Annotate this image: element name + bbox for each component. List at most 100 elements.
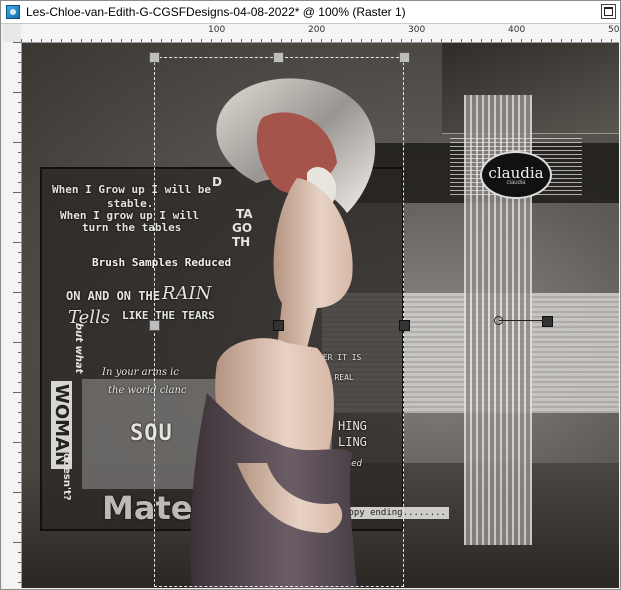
ruler-label-500: 500 xyxy=(608,25,619,35)
ruler-tick xyxy=(91,39,92,42)
horizontal-ruler[interactable]: 100 200 300 400 500 xyxy=(21,24,619,43)
ruler-tick xyxy=(18,62,21,63)
ruler-tick xyxy=(18,312,21,313)
ruler-tick xyxy=(18,272,21,273)
window-title: Les-Chloe-van-Edith-G-CGSFDesigns-04-08-… xyxy=(26,5,406,19)
ruler-tick xyxy=(561,39,562,42)
ruler-tick xyxy=(13,492,21,493)
ruler-tick xyxy=(221,39,222,42)
ruler-tick xyxy=(13,292,21,293)
ruler-tick xyxy=(191,39,192,42)
ruler-tick xyxy=(18,182,21,183)
ruler-tick xyxy=(18,72,21,73)
ruler-tick xyxy=(51,39,52,42)
ruler-tick xyxy=(18,212,21,213)
ruler-tick xyxy=(451,39,452,42)
claudia-logo: claudia claudia xyxy=(480,151,552,199)
ruler-tick xyxy=(13,542,21,543)
ruler-tick xyxy=(341,39,342,42)
ruler-corner xyxy=(3,24,22,43)
ruler-tick xyxy=(18,52,21,53)
ruler-tick xyxy=(491,39,492,42)
vertical-ruler[interactable] xyxy=(3,42,22,588)
ruler-tick xyxy=(13,142,21,143)
ruler-tick xyxy=(31,39,32,42)
ruler-tick xyxy=(601,39,602,42)
ruler-tick xyxy=(201,39,202,42)
ruler-tick xyxy=(611,39,612,42)
ruler-tick xyxy=(251,39,252,42)
ruler-tick xyxy=(111,39,112,42)
ruler-tick xyxy=(18,422,21,423)
rotation-center-icon[interactable] xyxy=(494,316,503,325)
ruler-tick xyxy=(161,39,162,42)
ruler-tick xyxy=(18,382,21,383)
ruler-tick xyxy=(121,39,122,42)
word-art-doesnt: doesn't? xyxy=(61,453,72,501)
ruler-tick xyxy=(18,512,21,513)
ruler-tick xyxy=(141,39,142,42)
transform-handle-middle-right[interactable] xyxy=(399,320,410,331)
ruler-tick xyxy=(521,39,522,42)
ruler-tick xyxy=(13,342,21,343)
ruler-tick xyxy=(431,39,432,42)
ruler-tick xyxy=(18,262,21,263)
ruler-tick xyxy=(531,39,532,42)
ruler-tick xyxy=(18,582,21,583)
ruler-tick xyxy=(421,39,422,42)
ruler-tick xyxy=(371,39,372,42)
ruler-tick xyxy=(18,152,21,153)
ruler-tick xyxy=(18,462,21,463)
ruler-tick xyxy=(151,39,152,42)
ruler-tick xyxy=(13,42,21,43)
ruler-label-400: 400 xyxy=(508,25,526,35)
ruler-label-300: 300 xyxy=(408,25,426,35)
ruler-tick xyxy=(481,39,482,42)
ruler-tick xyxy=(321,39,322,42)
ruler-tick xyxy=(511,39,512,42)
ruler-tick xyxy=(18,232,21,233)
maximize-button[interactable] xyxy=(601,4,616,19)
ruler-tick xyxy=(18,282,21,283)
ruler-tick xyxy=(18,562,21,563)
ruler-tick xyxy=(101,39,102,42)
ruler-tick xyxy=(18,202,21,203)
ruler-tick xyxy=(18,362,21,363)
ruler-tick xyxy=(18,482,21,483)
ruler-tick xyxy=(551,39,552,42)
ruler-tick xyxy=(18,372,21,373)
ruler-tick xyxy=(411,39,412,42)
ruler-tick xyxy=(501,39,502,42)
ruler-tick xyxy=(18,172,21,173)
transform-handle-top-right[interactable] xyxy=(399,52,410,63)
rotation-handle[interactable] xyxy=(542,316,553,327)
ruler-label-100: 100 xyxy=(208,25,226,35)
ruler-tick xyxy=(351,39,352,42)
ruler-tick xyxy=(18,432,21,433)
window-titlebar[interactable]: Les-Chloe-van-Edith-G-CGSFDesigns-04-08-… xyxy=(1,1,620,24)
logo-subtext: claudia xyxy=(506,180,526,186)
ruler-tick xyxy=(18,502,21,503)
ruler-tick xyxy=(18,572,21,573)
ruler-tick xyxy=(401,39,402,42)
ruler-tick xyxy=(461,39,462,42)
ruler-tick xyxy=(271,39,272,42)
ruler-tick xyxy=(13,242,21,243)
ruler-tick xyxy=(18,132,21,133)
ruler-tick xyxy=(18,112,21,113)
ruler-tick xyxy=(18,532,21,533)
ruler-tick xyxy=(381,39,382,42)
ruler-tick xyxy=(281,39,282,42)
ruler-tick xyxy=(81,39,82,42)
ruler-tick xyxy=(18,102,21,103)
ruler-label-200: 200 xyxy=(308,25,326,35)
image-canvas[interactable]: When I Grow up I will be stable. When I … xyxy=(22,43,619,588)
transform-handle-top-center[interactable] xyxy=(273,52,284,63)
transform-handle-top-left[interactable] xyxy=(149,52,160,63)
transform-handle-middle-left[interactable] xyxy=(149,320,160,331)
ruler-tick xyxy=(441,39,442,42)
ruler-tick xyxy=(18,82,21,83)
transform-pivot-handle[interactable] xyxy=(273,320,284,331)
ruler-tick xyxy=(171,39,172,42)
ruler-tick xyxy=(571,39,572,42)
